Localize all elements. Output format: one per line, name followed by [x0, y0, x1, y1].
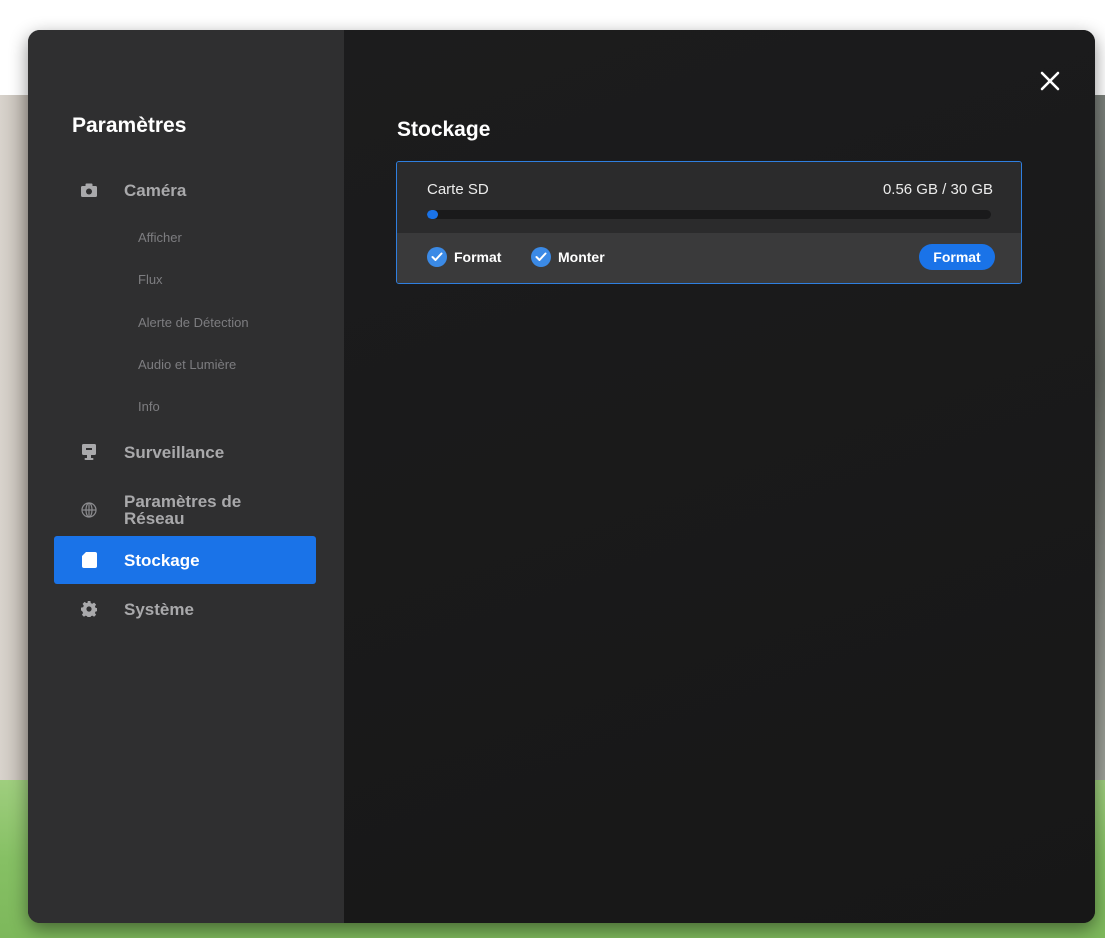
format-button[interactable]: Format [919, 244, 995, 270]
sidebar-subitem-alerte[interactable]: Alerte de Détection [138, 315, 249, 330]
sd-card-icon [81, 552, 97, 568]
globe-icon [81, 502, 97, 518]
close-icon[interactable] [1039, 70, 1061, 92]
checkbox-label: Format [454, 249, 502, 265]
sidebar-subitem-audio[interactable]: Audio et Lumière [138, 357, 236, 372]
sidebar-subitem-afficher[interactable]: Afficher [138, 230, 182, 245]
sidebar-item-storage[interactable]: Stockage [54, 536, 316, 584]
settings-content: Stockage Carte SD 0.56 GB / 30 GB Format [344, 30, 1095, 923]
camera-icon [81, 182, 97, 198]
format-checkbox[interactable]: Format [427, 247, 501, 267]
settings-modal: Paramètres Caméra Afficher Flux Alerte d… [28, 30, 1095, 923]
sidebar-item-label: Surveillance [124, 442, 225, 462]
mount-checkbox[interactable]: Monter [531, 247, 605, 267]
sidebar-item-label: Stockage [124, 550, 200, 570]
monitor-icon [81, 444, 97, 460]
sidebar-item-camera[interactable]: Caméra [54, 166, 316, 214]
sidebar-item-label: Caméra [124, 180, 187, 200]
check-icon [531, 247, 551, 267]
storage-progress-fill [427, 210, 438, 219]
page-title: Stockage [397, 118, 491, 141]
sidebar-subitem-flux[interactable]: Flux [138, 272, 163, 287]
storage-label: Carte SD [427, 181, 489, 198]
sidebar-item-label: Paramètres de Réseau [124, 492, 242, 528]
gear-icon [81, 601, 97, 617]
card-header: Carte SD 0.56 GB / 30 GB [397, 162, 1021, 233]
storage-usage: 0.56 GB / 30 GB [882, 181, 993, 198]
sidebar-subitem-info[interactable]: Info [138, 399, 160, 414]
sidebar-item-network[interactable]: Paramètres de Réseau [54, 485, 316, 535]
sd-card-panel: Carte SD 0.56 GB / 30 GB Format Monter F… [396, 161, 1022, 284]
settings-sidebar: Paramètres Caméra Afficher Flux Alerte d… [28, 30, 344, 923]
storage-progress-bar [427, 210, 991, 219]
sidebar-item-label: Système [124, 599, 194, 619]
sidebar-item-system[interactable]: Système [54, 585, 316, 633]
card-actions: Format Monter Format [397, 233, 1021, 283]
sidebar-item-surveillance[interactable]: Surveillance [54, 428, 316, 476]
sidebar-title: Paramètres [72, 114, 187, 137]
checkbox-label: Monter [558, 249, 605, 265]
check-icon [427, 247, 447, 267]
